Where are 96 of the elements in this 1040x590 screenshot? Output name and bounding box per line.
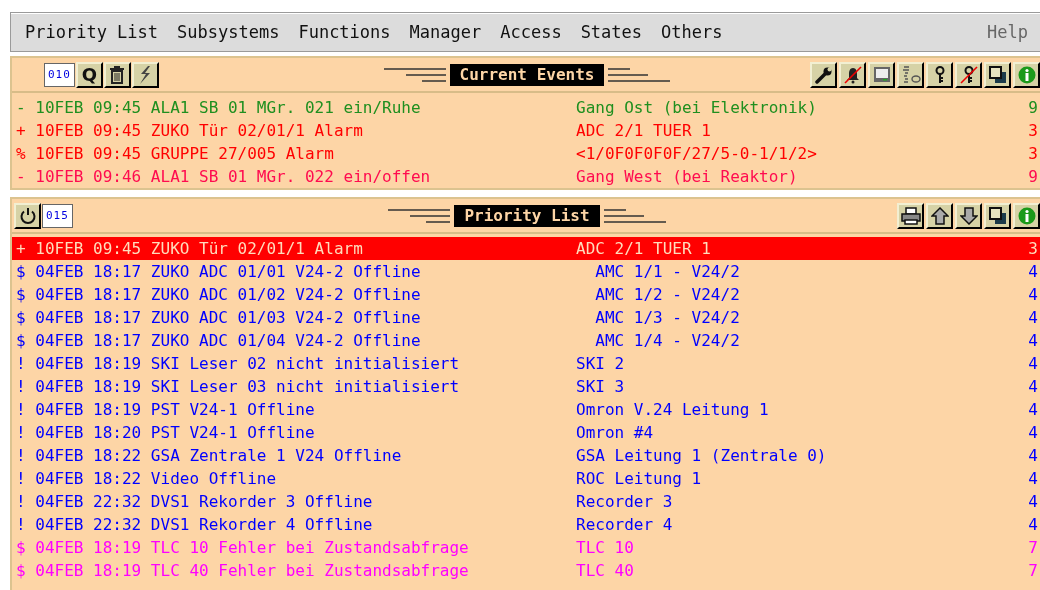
windows-icon[interactable] — [984, 202, 1011, 229]
alarm-location: SKI 2 — [576, 353, 626, 375]
alarm-location: AMC 1/3 - V24/2 — [594, 307, 741, 329]
alarm-row[interactable]: $ 04FEB 18:17 ZUKO ADC 01/02 V24-2 Offline AMC 1/2 - V24/2 4 — [12, 283, 1040, 306]
alarm-message: $ 04FEB 18:19 TLC 10 Fehler bei Zustandsabfrage — [16, 537, 470, 559]
alarm-priority: 4 — [1028, 468, 1038, 490]
alarm-message: ! 04FEB 18:19 SKI Leser 03 nicht initialisiert — [16, 376, 461, 398]
trash-icon[interactable] — [103, 61, 131, 88]
alarm-row[interactable]: ! 04FEB 18:22 GSA Zentrale 1 V24 Offline GSA Leitung 1 (Zentrale 0) 4 — [12, 444, 1040, 467]
alarm-location: AMC 1/1 - V24/2 — [594, 261, 741, 283]
crossed-bell-icon[interactable] — [839, 61, 866, 88]
event-location: Gang West (bei Reaktor) — [576, 166, 799, 188]
alarm-priority: 4 — [1028, 307, 1038, 329]
alarm-message: $ 04FEB 18:17 ZUKO ADC 01/03 V24-2 Offline — [16, 307, 422, 329]
alarm-location: Omron #4 — [576, 422, 655, 444]
menu-item[interactable]: Functions — [298, 22, 391, 42]
alarm-priority: 4 — [1028, 261, 1038, 283]
event-message: - 10FEB 09:45 ALA1 SB 01 MGr. 021 ein/Ruhe — [16, 97, 422, 119]
help-menu[interactable]: Help — [987, 22, 1028, 42]
alarm-priority: 7 — [1028, 560, 1038, 582]
menu-item[interactable]: Access — [500, 22, 562, 42]
event-priority: 9 — [1028, 97, 1038, 119]
event-message: + 10FEB 09:45 ZUKO Tür 02/01/1 Alarm — [16, 120, 364, 142]
alarm-row[interactable]: ! 04FEB 18:19 SKI Leser 03 nicht initialisiert SKI 3 4 — [12, 375, 1040, 398]
alarm-priority: 4 — [1028, 491, 1038, 513]
alarm-priority: 4 — [1028, 399, 1038, 421]
alarm-message: ! 04FEB 22:32 DVS1 Rekorder 4 Offline — [16, 514, 374, 536]
alarm-message: ! 04FEB 18:22 Video Offline — [16, 468, 278, 490]
event-message: % 10FEB 09:45 GRUPPE 27/005 Alarm — [16, 143, 335, 165]
menu-item[interactable]: States — [580, 22, 643, 42]
monitor-icon[interactable] — [868, 61, 895, 88]
info-icon[interactable] — [1013, 202, 1040, 229]
crossed-key-icon[interactable] — [955, 61, 982, 88]
alarm-location: ROC Leitung 1 — [576, 468, 703, 490]
alarm-row[interactable]: ! 04FEB 18:22 Video Offline ROC Leitung 1 4 — [12, 467, 1040, 490]
alarm-message: $ 04FEB 18:17 ZUKO ADC 01/04 V24-2 Offline — [16, 330, 422, 352]
menu-item[interactable]: Subsystems — [177, 22, 280, 42]
lightning-icon[interactable] — [131, 61, 159, 88]
alarm-message: ! 04FEB 18:20 PST V24-1 Offline — [16, 422, 316, 444]
menu-item[interactable]: Others — [661, 22, 723, 42]
alarm-message: $ 04FEB 18:19 TLC 40 Fehler bei Zustandsabfrage — [16, 560, 470, 582]
alarm-priority: 4 — [1028, 353, 1038, 375]
printer-icon[interactable] — [897, 202, 924, 229]
alarm-location: AMC 1/4 - V24/2 — [594, 330, 741, 352]
query-button[interactable]: Q — [75, 61, 103, 88]
alarm-row[interactable]: ! 04FEB 18:19 SKI Leser 02 nicht initialisiert SKI 2 4 — [12, 352, 1040, 375]
menu-item[interactable]: Manager — [409, 22, 482, 42]
power-icon[interactable] — [14, 202, 41, 229]
event-priority: 9 — [1028, 166, 1038, 188]
alarm-row[interactable]: $ 04FEB 18:17 ZUKO ADC 01/01 V24-2 Offline AMC 1/1 - V24/2 4 — [12, 260, 1040, 283]
alarm-location: TLC 10 — [576, 537, 635, 559]
event-location: <1/0F0F0F0F/27/5-0-1/1/2> — [576, 143, 818, 165]
alarm-location: Omron V.24 Leitung 1 — [576, 399, 770, 421]
alarm-location: GSA Leitung 1 (Zentrale 0) — [576, 445, 828, 467]
alarm-location: Recorder 3 — [576, 491, 674, 513]
alarm-location: ADC 2/1 TUER 1 — [576, 238, 712, 260]
event-location: Gang Ost (bei Elektronik) — [576, 97, 818, 119]
alarm-row[interactable]: ! 04FEB 18:20 PST V24-1 Offline Omron #4 4 — [12, 421, 1040, 444]
alarm-message: ! 04FEB 18:22 GSA Zentrale 1 V24 Offline — [16, 445, 403, 467]
event-counter: 010 — [44, 62, 75, 87]
info-icon[interactable] — [1013, 61, 1040, 88]
alarm-priority: 4 — [1028, 284, 1038, 306]
event-location: ADC 2/1 TUER 1 — [576, 120, 712, 142]
event-priority: 3 — [1028, 143, 1038, 165]
alarm-row[interactable]: $ 04FEB 18:17 ZUKO ADC 01/03 V24-2 Offline AMC 1/3 - V24/2 4 — [12, 306, 1040, 329]
windows-icon[interactable] — [984, 61, 1011, 88]
alarm-message: $ 04FEB 18:17 ZUKO ADC 01/02 V24-2 Offline — [16, 284, 422, 306]
panel-title: Priority List — [454, 204, 600, 227]
alarm-message: ! 04FEB 18:19 SKI Leser 02 nicht initialisiert — [16, 353, 461, 375]
alarm-row[interactable]: ! 04FEB 22:32 DVS1 Rekorder 4 Offline Recorder 4 4 — [12, 513, 1040, 536]
alarm-priority: 4 — [1028, 422, 1038, 444]
menu-item[interactable]: Priority List — [25, 22, 159, 42]
alarm-message: $ 04FEB 18:17 ZUKO ADC 01/01 V24-2 Offline — [16, 261, 422, 283]
alarm-priority: 4 — [1028, 330, 1038, 352]
alarm-row[interactable]: + 10FEB 09:45 ZUKO Tür 02/01/1 Alarm ADC 2/1 TUER 1 3 — [12, 237, 1040, 260]
alarm-location: AMC 1/2 - V24/2 — [594, 284, 741, 306]
alarm-message: ! 04FEB 22:32 DVS1 Rekorder 3 Offline — [16, 491, 374, 513]
priority-counter: 015 — [42, 203, 73, 228]
alarm-priority: 4 — [1028, 514, 1038, 536]
alarm-row[interactable]: ! 04FEB 18:19 PST V24-1 Offline Omron V.24 Leitung 1 4 — [12, 398, 1040, 421]
wrench-icon[interactable] — [810, 61, 837, 88]
key-icon[interactable] — [926, 61, 953, 88]
alarm-priority: 4 — [1028, 445, 1038, 467]
alarm-priority: 7 — [1028, 537, 1038, 559]
panel-title: Current Events — [449, 63, 605, 86]
alarm-priority: 3 — [1028, 238, 1038, 260]
alarm-message: + 10FEB 09:45 ZUKO Tür 02/01/1 Alarm — [16, 238, 364, 260]
alarm-message: ! 04FEB 18:19 PST V24-1 Offline — [16, 399, 316, 421]
alarm-location: SKI 3 — [576, 376, 626, 398]
alarm-row[interactable]: $ 04FEB 18:17 ZUKO ADC 01/04 V24-2 Offline AMC 1/4 - V24/2 4 — [12, 329, 1040, 352]
alarm-location: TLC 40 — [576, 560, 635, 582]
alarm-row[interactable]: ! 04FEB 22:32 DVS1 Rekorder 3 Offline Recorder 3 4 — [12, 490, 1040, 513]
event-priority: 3 — [1028, 120, 1038, 142]
alarm-location: Recorder 4 — [576, 514, 674, 536]
event-message: - 10FEB 09:46 ALA1 SB 01 MGr. 022 ein/offen — [16, 166, 432, 188]
alarm-priority: 4 — [1028, 376, 1038, 398]
